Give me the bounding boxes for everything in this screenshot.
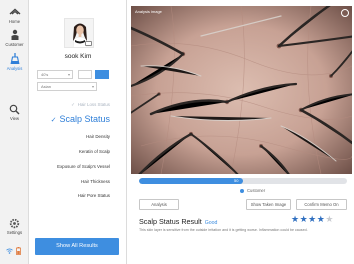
- menu-item-hair-pore-status[interactable]: Hair Pore Status: [78, 193, 110, 198]
- show-all-results-button[interactable]: Show All Results: [35, 238, 119, 255]
- nav-label-view: View: [9, 116, 19, 121]
- nav-item-settings[interactable]: Settings: [0, 218, 29, 235]
- analysis-icon: [10, 53, 19, 65]
- result-title: Scalp Status Result: [139, 217, 202, 226]
- scalp-microscope-image: [131, 6, 352, 174]
- legend-customer-dot: [240, 189, 244, 193]
- menu-label-hair-pore-status: Hair Pore Status: [77, 193, 110, 198]
- star-icon: ★: [299, 214, 309, 224]
- check-icon: ✓: [50, 117, 57, 124]
- rating-stars: ★★★★★: [291, 214, 334, 225]
- legend-customer-label: Customer: [247, 188, 266, 193]
- wifi-icon: [6, 248, 13, 254]
- menu-label-exposure-of-scalp-vessel: Exposure of Scalp's Vessel: [57, 164, 110, 169]
- result-heading: Scalp Status Result Good: [139, 217, 217, 226]
- nav-item-view[interactable]: View: [0, 104, 29, 121]
- chevron-down-icon: ▾: [91, 84, 94, 89]
- menu-item-hair-loss-status[interactable]: ✓ Hair Loss Status: [71, 102, 110, 108]
- age-select-value: 40's: [41, 72, 49, 77]
- progress-slider[interactable]: 50: [139, 178, 347, 184]
- camera-icon[interactable]: [85, 41, 92, 46]
- status-icons: [6, 247, 24, 255]
- menu-item-exposure-of-scalp-vessel[interactable]: Exposure of Scalp's Vessel: [57, 164, 110, 169]
- star-icon: ★: [291, 214, 300, 224]
- age-select[interactable]: 40's ▾: [37, 70, 73, 79]
- nav-label-customer: Customer: [5, 42, 24, 47]
- chevron-down-icon: ▾: [67, 72, 70, 77]
- progress-fill: [139, 178, 243, 184]
- nav-item-home[interactable]: Home: [0, 8, 29, 24]
- menu-item-scalp-status[interactable]: ✓ Scalp Status: [51, 114, 110, 124]
- ethnicity-select[interactable]: Asian ▾: [37, 82, 97, 91]
- menu-label-hair-density: Hair Density: [86, 134, 110, 139]
- menu-item-keratin-of-scalp[interactable]: Keratin of Scalp: [79, 149, 110, 154]
- menu-item-hair-density[interactable]: Hair Density: [86, 134, 110, 139]
- nav-label-settings: Settings: [6, 230, 23, 235]
- battery-icon: [16, 247, 21, 255]
- settings-icon: [9, 218, 20, 229]
- result-description: This skin layer is sensitive from the ou…: [139, 228, 308, 232]
- nav-label-home: Home: [8, 19, 21, 24]
- user-name: sook Kim: [64, 53, 92, 60]
- check-icon: ✓: [71, 102, 75, 107]
- nav-item-customer[interactable]: Customer: [0, 29, 29, 47]
- menu-label-hair-loss-status: Hair Loss Status: [77, 102, 110, 107]
- menu-item-hair-thickness[interactable]: Hair Thickness: [81, 179, 110, 184]
- result-status: Good: [204, 220, 218, 226]
- home-icon: [9, 8, 20, 15]
- menu-label-scalp-status: Scalp Status: [59, 114, 110, 124]
- image-label: Analysis image: [135, 9, 162, 14]
- show-taken-image-button[interactable]: Show Taken Image: [246, 199, 291, 210]
- scalp-image[interactable]: Analysis image: [131, 6, 352, 174]
- analysis-panel: sook Kim 40's ▾ Asian ▾ ✓ Hair Loss Statu…: [29, 0, 127, 264]
- analysis-button[interactable]: Analysis: [139, 199, 179, 210]
- view-icon: [9, 104, 20, 115]
- filter-button[interactable]: [78, 70, 92, 79]
- nav-rail: Home Customer Analysis View Settings: [0, 0, 29, 264]
- nav-item-analysis[interactable]: Analysis: [0, 52, 29, 71]
- avatar[interactable]: [64, 18, 94, 48]
- ethnicity-select-value: Asian: [41, 84, 52, 89]
- customer-icon: [11, 29, 18, 40]
- menu-label-keratin-of-scalp: Keratin of Scalp: [79, 149, 110, 154]
- star-icon: ★: [325, 214, 334, 224]
- progress-value: 50: [234, 178, 239, 183]
- expand-icon[interactable]: [341, 9, 349, 17]
- menu-label-hair-thickness: Hair Thickness: [81, 179, 110, 184]
- star-icon: ★: [308, 214, 317, 224]
- confirm-memo-button[interactable]: Confirm Memo On: [296, 199, 347, 210]
- search-button[interactable]: [95, 70, 109, 79]
- nav-label-analysis: Analysis: [6, 66, 23, 71]
